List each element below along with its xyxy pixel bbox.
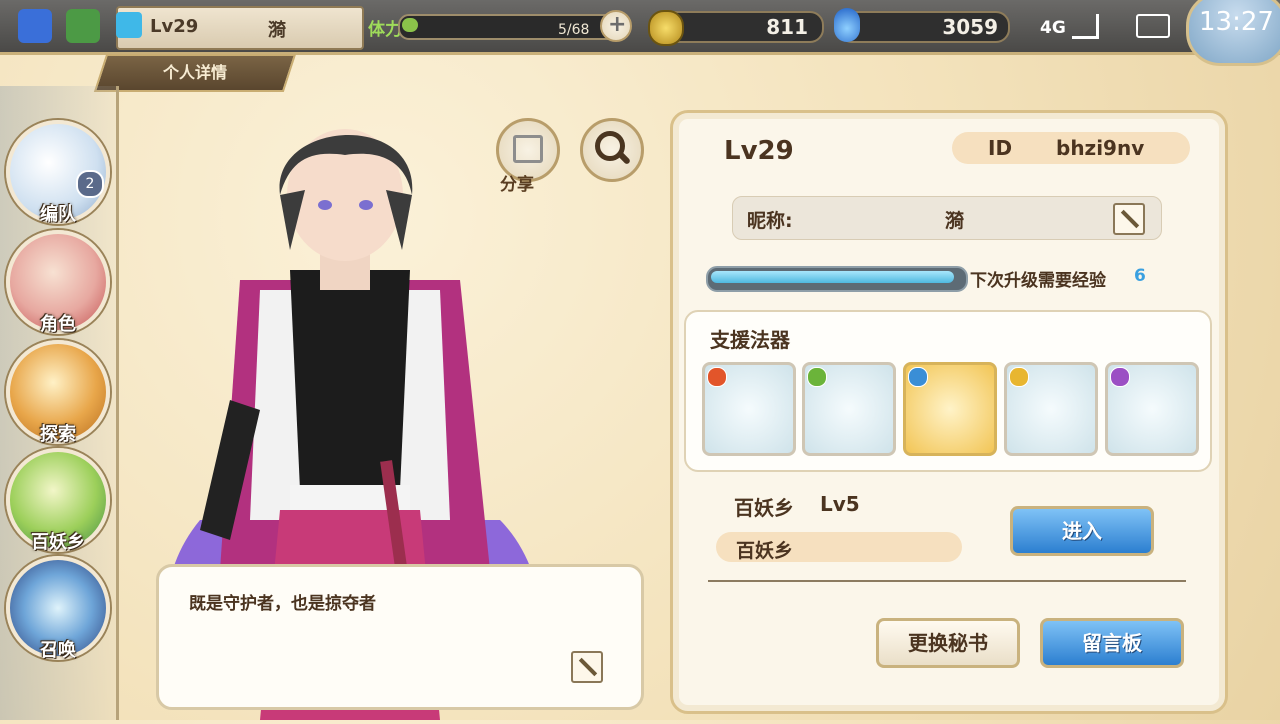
formation-badge: 2 [76,170,104,198]
page-title: 个人详情 [162,63,227,82]
nickname-label: 昵称: [747,210,793,232]
add-stamina-button[interactable]: + [600,10,632,42]
menu-village-button[interactable]: 百妖乡 [6,448,110,553]
speech-text: 既是守护者，也是掠夺者 [189,594,376,614]
pearl-mirror-icon[interactable] [1004,362,1098,456]
menu-summon-button[interactable]: 召唤 [6,556,110,661]
stamina-fill [402,18,418,32]
pencil-icon [1120,209,1140,229]
menu-summon-label: 召唤 [40,640,76,661]
shield-icon[interactable] [66,9,100,43]
village-name: 百妖乡 [734,496,794,520]
speech-bubble: 既是守护者，也是掠夺者 [156,564,644,710]
gold-amount: 811 [766,15,808,39]
menu-character-button[interactable]: 角色 [6,230,110,335]
experience-bar [706,266,968,292]
player-name: 漪 [268,20,286,41]
element-light-icon [1009,367,1029,387]
support-artifacts-title: 支援法器 [710,328,790,352]
share-label: 分享 [500,175,534,195]
pencil-icon [578,657,598,677]
gold-coin-icon [648,10,684,46]
page-title-tab: 个人详情 [93,54,297,92]
element-wind-icon [807,367,827,387]
profile-level: Lv29 [724,136,794,166]
menu-character-label: 角色 [40,314,76,335]
battery-icon [1136,14,1170,38]
gem-counter: 3059 [838,11,1010,43]
signal-icon [1072,14,1099,39]
id-value: bhzi9nv [1056,136,1145,160]
feather-hook-icon[interactable] [802,362,896,456]
network-indicator: 4G [1040,18,1066,38]
wave-blade-icon[interactable] [903,362,997,456]
stamina-label: 体力 [368,20,402,40]
share-icon [513,135,543,163]
plus-icon: + [608,12,627,37]
gem-amount: 3059 [942,15,998,39]
edit-speech-button[interactable] [571,651,603,683]
village-pill-text: 百妖乡 [736,540,794,562]
element-water-icon [908,367,928,387]
enter-village-button[interactable]: 进入 [1010,506,1154,556]
clock-frame: 13:27 [1186,0,1280,66]
menu-explore-button[interactable]: 探索 [6,340,110,445]
chain-amulet-icon[interactable] [702,362,796,456]
player-level-name-plate: Lv29 漪 [116,6,364,50]
gallery-icon [116,12,142,38]
element-dark-icon [1110,367,1130,387]
menu-explore-label: 探索 [40,424,76,445]
id-label: ID [988,136,1013,160]
experience-label: 下次升级需要经验 [970,271,1106,291]
clock-time: 13:27 [1199,7,1274,37]
change-secretary-button[interactable]: 更换秘书 [876,618,1020,668]
app-shortcut-icon[interactable] [18,9,52,43]
element-fire-icon [707,367,727,387]
edit-nickname-button[interactable] [1113,203,1145,235]
player-level: Lv29 [150,16,199,37]
panel-divider [708,580,1186,582]
village-level: Lv5 [820,492,860,516]
bow-icon[interactable] [1105,362,1199,456]
village-pill: 百妖乡 [716,532,962,562]
search-button[interactable] [580,118,644,182]
stamina-value: 5/68 [558,22,590,38]
menu-village-label: 百妖乡 [31,532,85,553]
menu-formation-label: 编队 [40,204,76,225]
menu-formation-button[interactable]: 2 编队 [6,120,110,225]
magnifier-handle [616,150,632,166]
nickname-field: 昵称: 漪 [732,196,1162,240]
player-id-pill: ID bhzi9nv [952,132,1190,164]
blue-flame-icon [834,8,860,42]
stamina-bar: 5/68 [398,14,622,40]
experience-value: 6 [1134,266,1146,286]
message-board-button[interactable]: 留言板 [1040,618,1184,668]
nickname-value: 漪 [945,210,965,232]
experience-fill [711,271,954,283]
